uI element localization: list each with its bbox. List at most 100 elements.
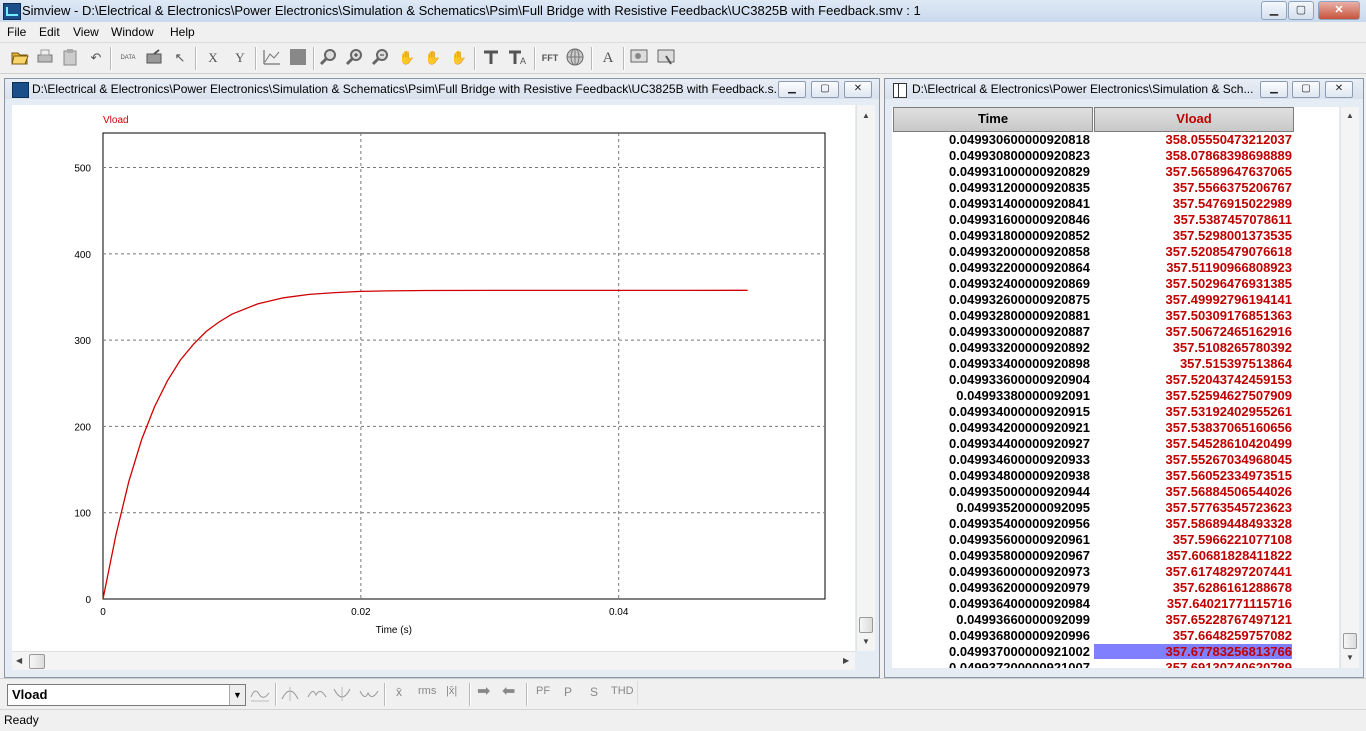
- time-cell[interactable]: 0.049932600000920875: [892, 292, 1090, 307]
- scroll-right-arrow-icon[interactable]: ▶: [843, 656, 849, 665]
- table-row[interactable]: 0.049936800000920996 357.6648259757082: [892, 628, 1339, 644]
- vload-cell[interactable]: 357.61748297207441: [1094, 564, 1292, 579]
- time-cell[interactable]: 0.049931200000920835: [892, 180, 1090, 195]
- menu-view[interactable]: View: [73, 25, 99, 39]
- table-row[interactable]: 0.049936400000920984 357.64021771115716: [892, 596, 1339, 612]
- plot-minimize-button[interactable]: ▁: [778, 81, 806, 98]
- vload-cell[interactable]: 357.56052334973515: [1094, 468, 1292, 483]
- open-file-icon[interactable]: [9, 48, 31, 68]
- time-cell[interactable]: 0.049931000000920829: [892, 164, 1090, 179]
- time-cell[interactable]: 0.049933400000920898: [892, 356, 1090, 371]
- time-cell[interactable]: 0.049931600000920846: [892, 212, 1090, 227]
- view-data-icon[interactable]: [143, 48, 165, 68]
- average-button[interactable]: x̄: [396, 685, 402, 699]
- plot-hscrollbar[interactable]: ◀ ▶: [12, 651, 855, 670]
- vload-cell[interactable]: 357.515397513864: [1094, 356, 1292, 371]
- time-cell[interactable]: 0.049936800000920996: [892, 628, 1090, 643]
- table-row[interactable]: 0.049935800000920967 357.60681828411822: [892, 548, 1339, 564]
- chevron-down-icon[interactable]: ▼: [229, 685, 245, 705]
- vload-cell[interactable]: 357.60681828411822: [1094, 548, 1292, 563]
- print-icon[interactable]: [34, 48, 56, 68]
- table-row[interactable]: 0.049931400000920841 357.5476915022989: [892, 196, 1339, 212]
- table-row[interactable]: 0.049934200000920921 357.53837065160656: [892, 420, 1339, 436]
- table-row[interactable]: 0.049934000000920915 357.53192402955261: [892, 404, 1339, 420]
- vload-cell[interactable]: 357.56884506544026: [1094, 484, 1292, 499]
- time-cell[interactable]: 0.049936000000920973: [892, 564, 1090, 579]
- vload-cell[interactable]: 357.58689448493328: [1094, 516, 1292, 531]
- table-row[interactable]: 0.049936200000920979 357.6286161288678: [892, 580, 1339, 596]
- table-row[interactable]: 0.049933200000920892 357.5108265780392: [892, 340, 1339, 356]
- abs-average-button[interactable]: |x̄|: [446, 685, 457, 697]
- text-tool-button[interactable]: A: [597, 48, 619, 68]
- local-min-icon[interactable]: [358, 685, 380, 706]
- vload-cell[interactable]: 357.55267034968045: [1094, 452, 1292, 467]
- peak-max-icon[interactable]: [280, 685, 302, 706]
- table-row[interactable]: 0.04993520000092095 357.57763545723623: [892, 500, 1339, 516]
- time-cell[interactable]: 0.04993520000092095: [892, 500, 1090, 515]
- settings-icon[interactable]: [655, 48, 677, 68]
- plot-restore-button[interactable]: ▢: [811, 81, 839, 98]
- zoom-out-icon[interactable]: [370, 48, 392, 68]
- time-cell[interactable]: 0.049934000000920915: [892, 404, 1090, 419]
- globe-icon[interactable]: [564, 48, 586, 68]
- vload-cell[interactable]: 357.5298001373535: [1094, 228, 1292, 243]
- vload-cell[interactable]: 357.5966221077108: [1094, 532, 1292, 547]
- vload-cell[interactable]: 357.56589647637065: [1094, 164, 1292, 179]
- y-axis-button[interactable]: Y: [229, 48, 251, 68]
- vload-cell[interactable]: 357.50309176851363: [1094, 308, 1292, 323]
- time-cell[interactable]: 0.049935800000920967: [892, 548, 1090, 563]
- real-power-button[interactable]: P: [564, 685, 572, 699]
- time-cell[interactable]: 0.049934200000920921: [892, 420, 1090, 435]
- properties-icon[interactable]: [628, 48, 650, 68]
- vload-cell[interactable]: 357.53192402955261: [1094, 404, 1292, 419]
- column-header-vload[interactable]: Vload: [1094, 107, 1294, 132]
- time-cell[interactable]: 0.049935400000920956: [892, 516, 1090, 531]
- column-header-time[interactable]: Time: [893, 107, 1093, 132]
- table-row[interactable]: 0.049935600000920961 357.5966221077108: [892, 532, 1339, 548]
- table-row[interactable]: 0.04993380000092091 357.52594627507909: [892, 388, 1339, 404]
- fft-button[interactable]: FFT: [539, 48, 561, 68]
- waveform-icon[interactable]: [249, 685, 271, 706]
- table-vscrollbar[interactable]: ▲ ▼: [1340, 107, 1359, 668]
- plot-area[interactable]: 0 100 200 300 400 500 0 0.02 0.04 Time (s) Vload ◀…: [12, 105, 855, 670]
- thd-button[interactable]: THD: [611, 685, 634, 697]
- curve-select[interactable]: Vload ▼: [7, 684, 246, 706]
- time-cell[interactable]: 0.049932200000920864: [892, 260, 1090, 275]
- zoom-icon[interactable]: [318, 48, 340, 68]
- rms-button[interactable]: rms: [418, 685, 436, 697]
- vload-cell[interactable]: 357.5108265780392: [1094, 340, 1292, 355]
- apparent-power-button[interactable]: S: [590, 685, 598, 699]
- fill-box-icon[interactable]: [287, 48, 309, 68]
- minimize-button[interactable]: ▁: [1261, 1, 1287, 20]
- vload-cell[interactable]: 357.50296476931385: [1094, 276, 1292, 291]
- time-cell[interactable]: 0.049934600000920933: [892, 452, 1090, 467]
- simview-app-icon[interactable]: [3, 3, 21, 20]
- time-cell[interactable]: 0.049932400000920869: [892, 276, 1090, 291]
- time-cell[interactable]: 0.049933200000920892: [892, 340, 1090, 355]
- plot-vscroll-thumb[interactable]: [859, 617, 873, 633]
- vload-cell[interactable]: 357.54528610420499: [1094, 436, 1292, 451]
- menu-file[interactable]: File: [7, 25, 26, 39]
- vload-cell[interactable]: 357.5476915022989: [1094, 196, 1292, 211]
- vload-cell[interactable]: 357.65228767497121: [1094, 612, 1292, 627]
- measure-icon[interactable]: [480, 48, 502, 68]
- table-row[interactable]: 0.049931000000920829 357.56589647637065: [892, 164, 1339, 180]
- table-vscroll-thumb[interactable]: [1343, 633, 1357, 649]
- scroll-left-arrow-icon[interactable]: ◀: [16, 656, 22, 665]
- table-row[interactable]: 0.049930800000920823 358.07868398698889: [892, 148, 1339, 164]
- vload-cell[interactable]: 357.6648259757082: [1094, 628, 1292, 643]
- clipboard-icon[interactable]: [59, 48, 81, 68]
- time-cell[interactable]: 0.04993380000092091: [892, 388, 1090, 403]
- table-row[interactable]: 0.049932600000920875 357.49992796194141: [892, 292, 1339, 308]
- measure-text-icon[interactable]: A: [507, 48, 529, 68]
- time-cell[interactable]: 0.049934800000920938: [892, 468, 1090, 483]
- menu-edit[interactable]: Edit: [39, 25, 60, 39]
- vload-cell[interactable]: 358.05550473212037: [1094, 132, 1292, 147]
- time-cell[interactable]: 0.04993660000092099: [892, 612, 1090, 627]
- vload-cell[interactable]: 357.53837065160656: [1094, 420, 1292, 435]
- vload-cell[interactable]: 357.5387457078611: [1094, 212, 1292, 227]
- vload-cell[interactable]: 357.64021771115716: [1094, 596, 1292, 611]
- time-cell[interactable]: 0.049932000000920858: [892, 244, 1090, 259]
- local-max-icon[interactable]: [306, 685, 328, 706]
- plot-vscrollbar[interactable]: ▲ ▼: [856, 105, 875, 651]
